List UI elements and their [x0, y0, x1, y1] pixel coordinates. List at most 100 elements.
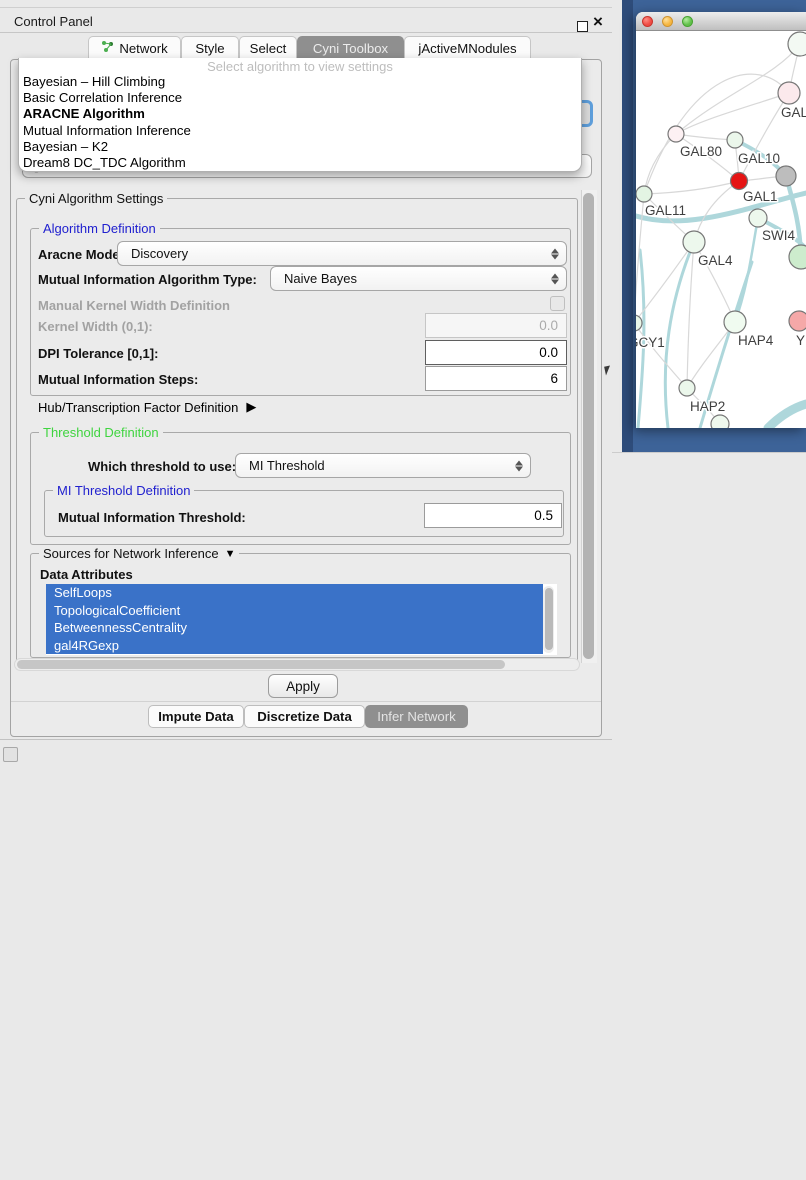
mi-steps-input[interactable]	[425, 366, 567, 391]
node-label: Y	[796, 333, 805, 348]
tab-select[interactable]: Select	[239, 36, 297, 59]
settings-group-title: Cyni Algorithm Settings	[25, 191, 167, 206]
tab-cyni-toolbox-label: Cyni Toolbox	[313, 41, 388, 56]
settings-scrollbar-thumb[interactable]	[583, 193, 594, 659]
node-label: GAL11	[645, 203, 686, 218]
network-node[interactable]	[788, 32, 806, 56]
dpi-tolerance-input[interactable]	[425, 340, 567, 365]
network-canvas[interactable]: GALGAL80GAL10GAL1GAL11SWI4GAL4GCY1HAP4YH…	[636, 31, 806, 428]
minimized-panel-icon[interactable]	[3, 747, 18, 762]
network-node-gal4[interactable]	[683, 231, 705, 253]
network-edge[interactable]	[768, 404, 806, 428]
collapse-arrow-icon: ▼	[225, 548, 236, 560]
mi-algorithm-type-label: Mutual Information Algorithm Type:	[38, 272, 257, 287]
zoom-traffic-light-icon[interactable]	[682, 16, 693, 27]
settings-horizontal-scrollbar-thumb[interactable]	[17, 660, 505, 669]
node-label: HAP4	[738, 333, 774, 348]
node-label: GAL10	[738, 151, 780, 166]
tab-impute-data[interactable]: Impute Data	[148, 705, 244, 728]
aracne-mode-label: Aracne Mode:	[38, 247, 124, 262]
which-threshold-combobox[interactable]: MI Threshold	[235, 453, 531, 478]
data-attributes-list[interactable]: SelfLoopsTopologicalCoefficientBetweenne…	[46, 584, 557, 655]
data-attributes-label: Data Attributes	[40, 567, 133, 582]
stepper-icon	[551, 273, 559, 284]
tab-jactivemnodules[interactable]: jActiveMNodules	[404, 36, 531, 59]
tab-discretize-data[interactable]: Discretize Data	[244, 705, 365, 728]
tab-jactivemnodules-label: jActiveMNodules	[418, 41, 516, 56]
panel-divider	[11, 701, 601, 702]
network-edge[interactable]	[676, 93, 789, 134]
network-edge[interactable]	[687, 322, 735, 388]
tab-select-label: Select	[250, 41, 287, 56]
node-label: GAL1	[743, 189, 778, 204]
manual-kernel-width-checkbox[interactable]	[550, 296, 565, 311]
network-node[interactable]	[711, 415, 729, 428]
node-label: SWI4	[762, 228, 795, 243]
node-label: GAL80	[680, 144, 722, 159]
network-graph: GALGAL80GAL10GAL1GAL11SWI4GAL4GCY1HAP4YH…	[636, 31, 806, 428]
tab-infer-network[interactable]: Infer Network	[365, 705, 468, 728]
algorithm-option[interactable]: Dream8 DC_TDC Algorithm	[19, 155, 581, 171]
network-window-titlebar[interactable]	[636, 12, 806, 31]
control-panel-window: Control Panel × Network Style Select Cyn…	[0, 0, 612, 740]
algorithm-definition-title: Algorithm Definition	[39, 221, 160, 236]
network-edge[interactable]	[644, 74, 789, 194]
network-node-gcy1[interactable]	[636, 315, 642, 331]
network-node-hap4[interactable]	[724, 311, 746, 333]
hub-transcription-section-toggle[interactable]: Hub/Transcription Factor Definition ▶	[38, 399, 256, 415]
float-window-icon[interactable]	[577, 21, 588, 32]
network-view-window: GALGAL80GAL10GAL1GAL11SWI4GAL4GCY1HAP4YH…	[636, 12, 806, 428]
attribute-list-item[interactable]: gal4RGexp	[46, 637, 543, 655]
node-label: GAL	[781, 105, 806, 120]
algorithm-option[interactable]: Mutual Information Inference	[19, 123, 581, 139]
minimize-traffic-light-icon[interactable]	[662, 16, 673, 27]
apply-button[interactable]: Apply	[268, 674, 338, 698]
attribute-list-item[interactable]: SelfLoops	[46, 584, 543, 602]
tab-network[interactable]: Network	[88, 36, 181, 59]
network-node-y[interactable]	[789, 311, 806, 331]
network-node-gal1[interactable]	[731, 173, 748, 190]
stepper-icon	[551, 248, 559, 259]
mi-threshold-definition-title: MI Threshold Definition	[53, 483, 194, 498]
sources-group-title[interactable]: Sources for Network Inference▼	[39, 546, 239, 561]
network-node[interactable]	[789, 245, 806, 269]
attribute-list-item[interactable]: TopologicalCoefficient	[46, 602, 543, 620]
network-edge[interactable]	[676, 134, 735, 140]
attribute-list-item[interactable]: BetweennessCentrality	[46, 619, 543, 637]
algorithm-option[interactable]: Bayesian – K2	[19, 139, 581, 155]
network-edge[interactable]	[687, 242, 694, 388]
mi-threshold-input[interactable]	[424, 503, 562, 528]
network-node-gal80[interactable]	[668, 126, 684, 142]
aracne-mode-combobox[interactable]: Discovery	[117, 241, 567, 266]
threshold-definition-title: Threshold Definition	[39, 425, 163, 440]
close-traffic-light-icon[interactable]	[642, 16, 653, 27]
algorithm-option[interactable]: Basic Correlation Inference	[19, 90, 581, 106]
algorithm-option[interactable]: Bayesian – Hill Climbing	[19, 74, 581, 90]
node-label: HAP2	[690, 399, 725, 414]
mi-threshold-label: Mutual Information Threshold:	[58, 510, 246, 525]
close-icon[interactable]: ×	[593, 12, 603, 32]
network-node-swi4[interactable]	[749, 209, 767, 227]
kernel-width-label: Kernel Width (0,1):	[38, 319, 153, 334]
attribute-list-scrollbar-thumb[interactable]	[545, 588, 553, 650]
network-node-gal11[interactable]	[636, 186, 652, 202]
tab-style-label: Style	[195, 41, 224, 56]
network-node[interactable]	[776, 166, 796, 186]
kernel-width-input[interactable]	[425, 313, 567, 338]
stepper-icon	[515, 460, 523, 471]
network-node-gal10[interactable]	[727, 132, 743, 148]
algorithm-option[interactable]: ARACNE Algorithm	[19, 106, 581, 122]
algorithm-dropdown-popup: Select algorithm to view settings Bayesi…	[18, 58, 582, 172]
tab-impute-data-label: Impute Data	[158, 709, 233, 724]
network-tab-icon	[101, 40, 114, 56]
network-edge[interactable]	[644, 134, 676, 194]
desktop-background-shade	[622, 0, 633, 452]
tab-cyni-toolbox[interactable]: Cyni Toolbox	[297, 36, 404, 59]
manual-kernel-width-label: Manual Kernel Width Definition	[38, 298, 230, 313]
network-node-gal[interactable]	[778, 82, 800, 104]
mi-algorithm-type-value: Naive Bayes	[284, 271, 357, 286]
network-node-hap2[interactable]	[679, 380, 695, 396]
mi-steps-label: Mutual Information Steps:	[38, 372, 198, 387]
tab-style[interactable]: Style	[181, 36, 239, 59]
mi-algorithm-type-combobox[interactable]: Naive Bayes	[270, 266, 567, 291]
